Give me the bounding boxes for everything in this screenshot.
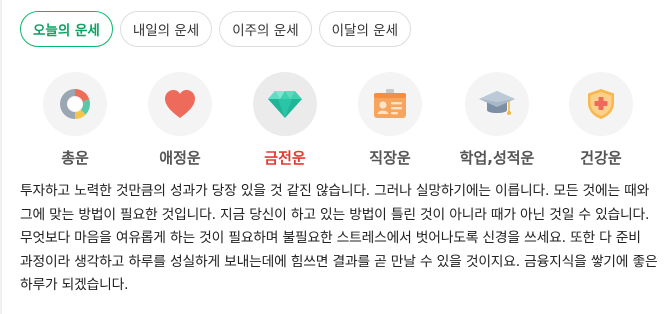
- tab-today[interactable]: 오늘의 운세: [20, 11, 113, 47]
- category-general-circle: [43, 72, 107, 136]
- heart-icon: [165, 90, 195, 118]
- category-career-label: 직장운: [369, 149, 411, 167]
- fortune-description: 투자하고 노력한 것만큼의 성과가 당장 있을 것 같진 않습니다. 그러나 실…: [20, 183, 658, 293]
- id-badge-icon: [374, 89, 406, 118]
- category-career[interactable]: 직장운: [335, 72, 445, 168]
- donut-chart-icon: [60, 88, 91, 119]
- category-general[interactable]: 총운: [20, 72, 130, 168]
- category-money-circle: [253, 72, 317, 136]
- category-love[interactable]: 애정운: [125, 72, 235, 168]
- left-divider: [0, 0, 2, 314]
- category-health[interactable]: 건강운: [546, 72, 656, 168]
- category-study-label: 학업,성적운: [459, 149, 535, 167]
- category-health-label: 건강운: [580, 149, 622, 167]
- fortune-panel: 오늘의 운세 내일의 운세 이주의 운세 이달의 운세 총운 애정운 금전운 직…: [0, 0, 666, 314]
- tab-tomorrow[interactable]: 내일의 운세: [119, 11, 213, 47]
- tab-this-month[interactable]: 이달의 운세: [318, 11, 412, 47]
- category-study[interactable]: 학업,성적운: [442, 72, 552, 168]
- health-shield-icon: [588, 89, 614, 119]
- period-tabs: 오늘의 운세 내일의 운세 이주의 운세 이달의 운세: [20, 11, 412, 47]
- category-money[interactable]: 금전운: [230, 72, 340, 168]
- tab-this-week[interactable]: 이주의 운세: [219, 11, 312, 47]
- graduation-cap-icon: [479, 91, 515, 115]
- category-general-label: 총운: [61, 149, 89, 167]
- category-career-circle: [358, 72, 422, 136]
- category-study-circle: [465, 72, 529, 136]
- diamond-icon: [268, 91, 302, 118]
- category-love-label: 애정운: [159, 149, 201, 167]
- category-money-label: 금전운: [264, 149, 306, 167]
- category-love-circle: [148, 72, 212, 136]
- category-health-circle: [569, 72, 633, 136]
